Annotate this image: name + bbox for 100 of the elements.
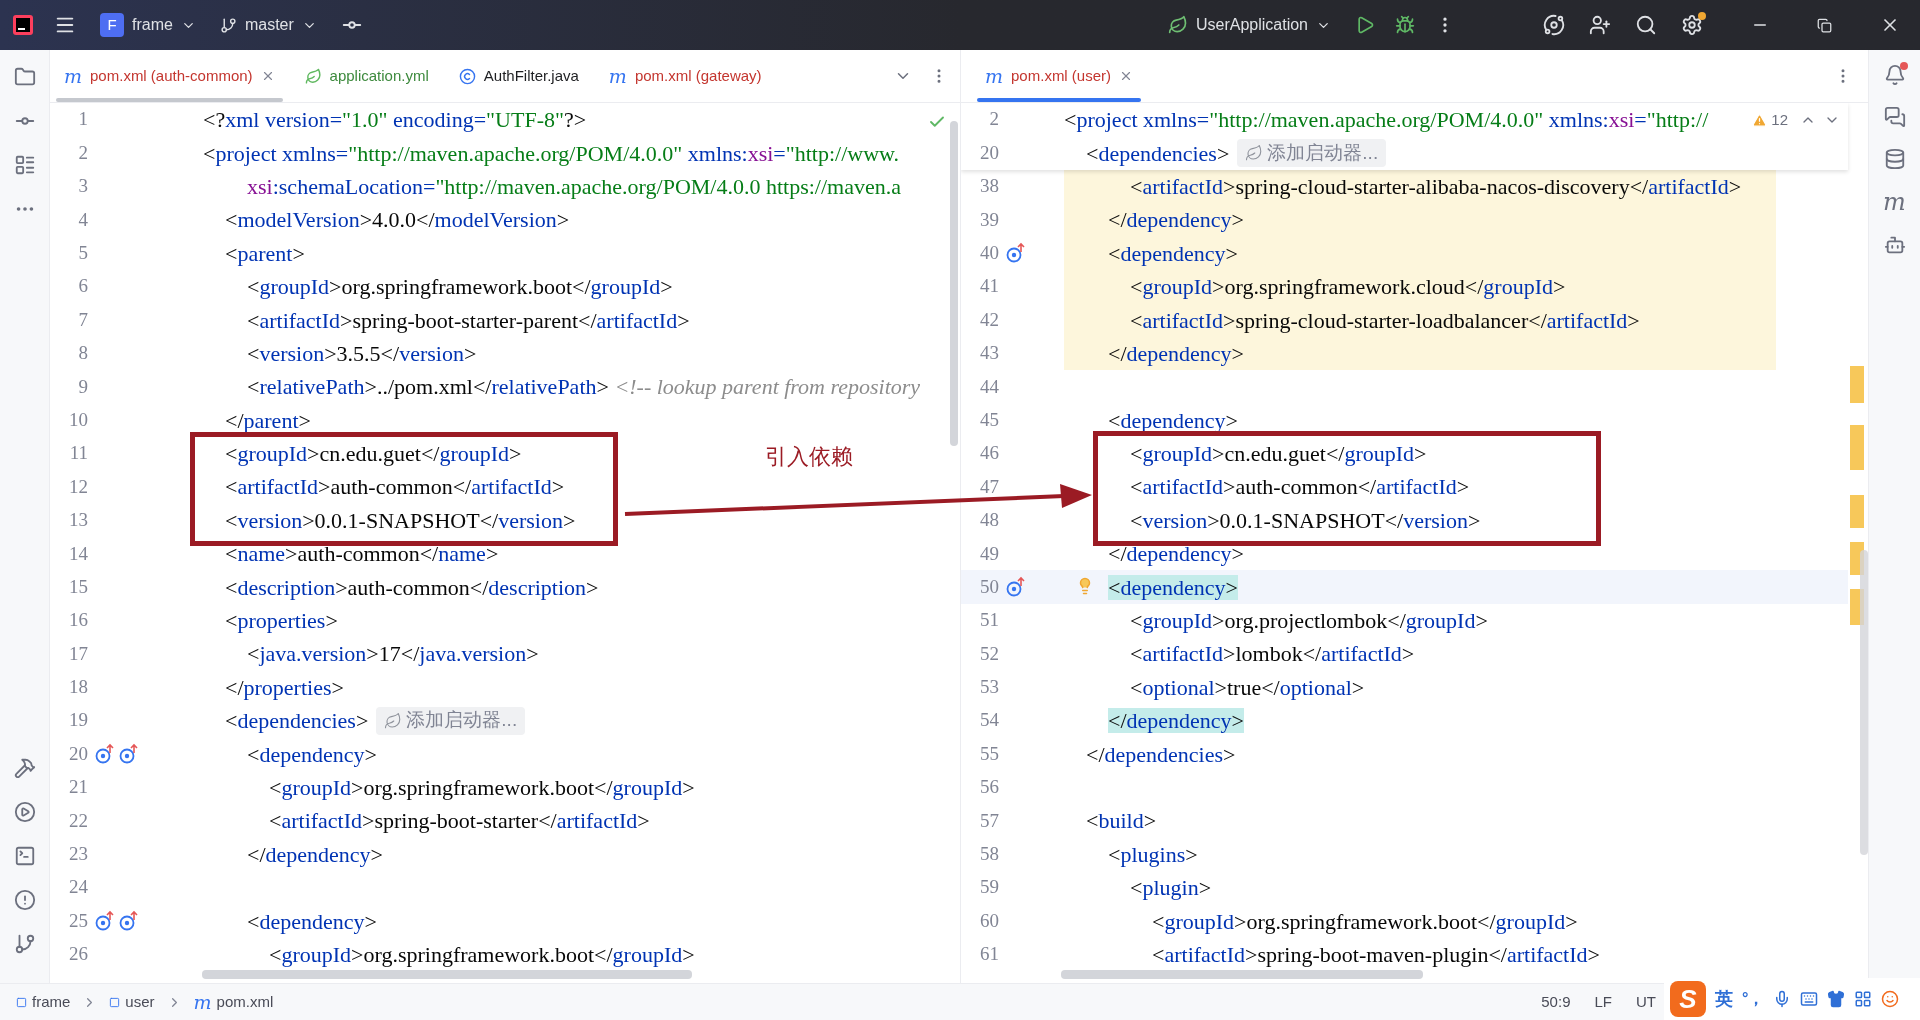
grid-icon[interactable] <box>1854 990 1873 1008</box>
branch-icon <box>219 16 237 34</box>
app-logo-icon[interactable] <box>12 14 34 36</box>
code-line: <artifactId>spring-cloud-starter-loadbalancer</artifactId> <box>1129 306 1640 335</box>
line-number: 19 <box>68 708 88 733</box>
input-mode[interactable]: 英 <box>1715 985 1733 1013</box>
line-number: 38 <box>979 174 999 199</box>
code-line: <artifactId>auth-common</artifactId> <box>224 473 565 502</box>
breadcrumb[interactable]: m pom.xml <box>193 987 274 1017</box>
warning-icon <box>1752 112 1768 128</box>
encoding[interactable]: UT <box>1636 990 1656 1014</box>
editor-tab[interactable]: m pom.xml (gateway) <box>596 50 774 102</box>
code-line: <modelVersion>4.0.0</modelVersion> <box>224 206 570 235</box>
database-icon[interactable] <box>1883 148 1906 170</box>
line-separator[interactable]: LF <box>1594 990 1612 1014</box>
code-line: <artifactId>spring-cloud-starter-alibaba-nacos-discovery</artifactId> <box>1129 172 1742 201</box>
ime-logo[interactable]: S <box>1670 981 1706 1017</box>
line-number: 47 <box>979 474 999 499</box>
settings-icon[interactable] <box>1681 14 1703 36</box>
run-config-selector[interactable]: UserApplication <box>1167 13 1331 37</box>
editor-tab[interactable]: m pom.xml (auth-common) <box>52 50 287 102</box>
inlay-hint[interactable]: 添加启动器... <box>376 706 526 735</box>
line-number: 25 <box>68 908 88 933</box>
line-number: 2 <box>77 140 88 165</box>
editor-tab[interactable]: application.yml <box>292 50 441 102</box>
keyboard-icon[interactable] <box>1800 990 1819 1008</box>
line-number: 41 <box>979 274 999 299</box>
line-number: 22 <box>68 808 88 833</box>
problems-icon[interactable] <box>13 889 36 911</box>
punctuation-mode[interactable]: °， <box>1742 987 1765 1011</box>
code-line: <project xmlns="http://maven.apache.org/POM/4.0.0" xmlns:xsi="http://www. <box>203 139 900 168</box>
git-branch-icon[interactable] <box>13 933 36 955</box>
breadcrumb[interactable]: user <box>109 990 155 1014</box>
leaf-icon <box>304 67 322 85</box>
annotation-label: 引入依赖 <box>765 443 853 471</box>
code-line: <version>3.5.5</version> <box>246 339 477 368</box>
hammer-icon[interactable] <box>13 757 36 779</box>
run-icon[interactable] <box>13 801 36 823</box>
code-line: <optional>true</optional> <box>1129 673 1365 702</box>
circle-arrow-icon[interactable] <box>118 910 140 933</box>
circle-arrow-icon[interactable] <box>94 743 116 766</box>
line-number: 54 <box>979 708 999 733</box>
restore-icon[interactable] <box>1817 17 1832 33</box>
chat-icon[interactable] <box>1883 106 1906 128</box>
run-icon[interactable] <box>1355 15 1375 35</box>
code-line: xsi:schemaLocation="http://maven.apache.org/POM/4.0.0 https://maven.a <box>246 172 901 201</box>
line-number: 51 <box>979 608 999 633</box>
line-number: 56 <box>979 775 999 800</box>
bot-icon[interactable] <box>1883 234 1906 256</box>
code-line: <name>auth-common</name> <box>224 540 499 569</box>
line-number: 43 <box>979 341 999 366</box>
line-number: 5 <box>77 241 88 265</box>
line-number: 20 <box>68 741 88 766</box>
code-line: <groupId>cn.edu.guet</groupId> <box>1129 440 1427 469</box>
inlay-hint[interactable]: 添加启动器... <box>1237 139 1387 168</box>
code-line: </dependency> <box>1107 206 1244 235</box>
line-number: 6 <box>77 274 88 299</box>
circle-arrow-icon[interactable] <box>94 910 116 933</box>
code-line: </parent> <box>224 406 311 435</box>
line-number: 53 <box>979 675 999 700</box>
folder-icon[interactable] <box>13 66 36 88</box>
line-number: 3 <box>77 174 88 199</box>
project-switcher[interactable]: F frame <box>100 13 196 37</box>
code-line: <project xmlns="http://maven.apache.org/POM/4.0.0" xmlns:xsi="http:// <box>1064 106 1709 135</box>
editor-tab[interactable]: m pom.xml (user) <box>973 50 1146 102</box>
line-number: 13 <box>68 508 88 533</box>
line-number: 10 <box>68 407 88 432</box>
line-number: 50 <box>979 574 999 599</box>
line-number: 18 <box>68 675 88 700</box>
circle-arrow-icon[interactable] <box>118 743 140 766</box>
code-line: <version>0.0.1-SNAPSHOT</version> <box>1129 506 1481 535</box>
shirt-icon[interactable] <box>1827 990 1846 1008</box>
cursor-position[interactable]: 50:9 <box>1541 990 1571 1014</box>
code-line: <java.version>17</java.version> <box>246 640 539 669</box>
line-number: 60 <box>979 908 999 933</box>
add-user-icon[interactable] <box>1589 14 1611 36</box>
line-number: 11 <box>68 441 88 466</box>
smile-icon[interactable] <box>1881 990 1900 1008</box>
line-number: 46 <box>979 441 999 466</box>
circle-arrow-icon[interactable] <box>1005 242 1027 265</box>
editor-tab[interactable]: AuthFilter.java <box>446 50 591 102</box>
breadcrumb[interactable]: frame <box>16 990 71 1014</box>
terminal-icon[interactable] <box>13 845 36 867</box>
line-number: 9 <box>77 374 88 399</box>
branch-switcher[interactable]: master <box>219 13 317 37</box>
bell-icon[interactable] <box>1883 64 1906 86</box>
code-line: <dependency> <box>246 740 377 769</box>
line-number: 4 <box>77 207 88 232</box>
spiral-icon[interactable] <box>1543 14 1565 36</box>
code-line: <build> <box>1085 807 1157 836</box>
line-number: 58 <box>979 842 999 867</box>
debug-icon[interactable] <box>1395 15 1415 35</box>
structure-icon[interactable] <box>13 154 36 176</box>
maven-tool-button[interactable]: m <box>1883 190 1906 214</box>
line-number: 12 <box>68 474 88 499</box>
line-number: 20 <box>979 140 999 165</box>
circle-arrow-icon[interactable] <box>1005 576 1027 599</box>
module-icon <box>109 996 121 1008</box>
line-number: 59 <box>979 875 999 900</box>
search-icon[interactable] <box>1635 14 1657 36</box>
